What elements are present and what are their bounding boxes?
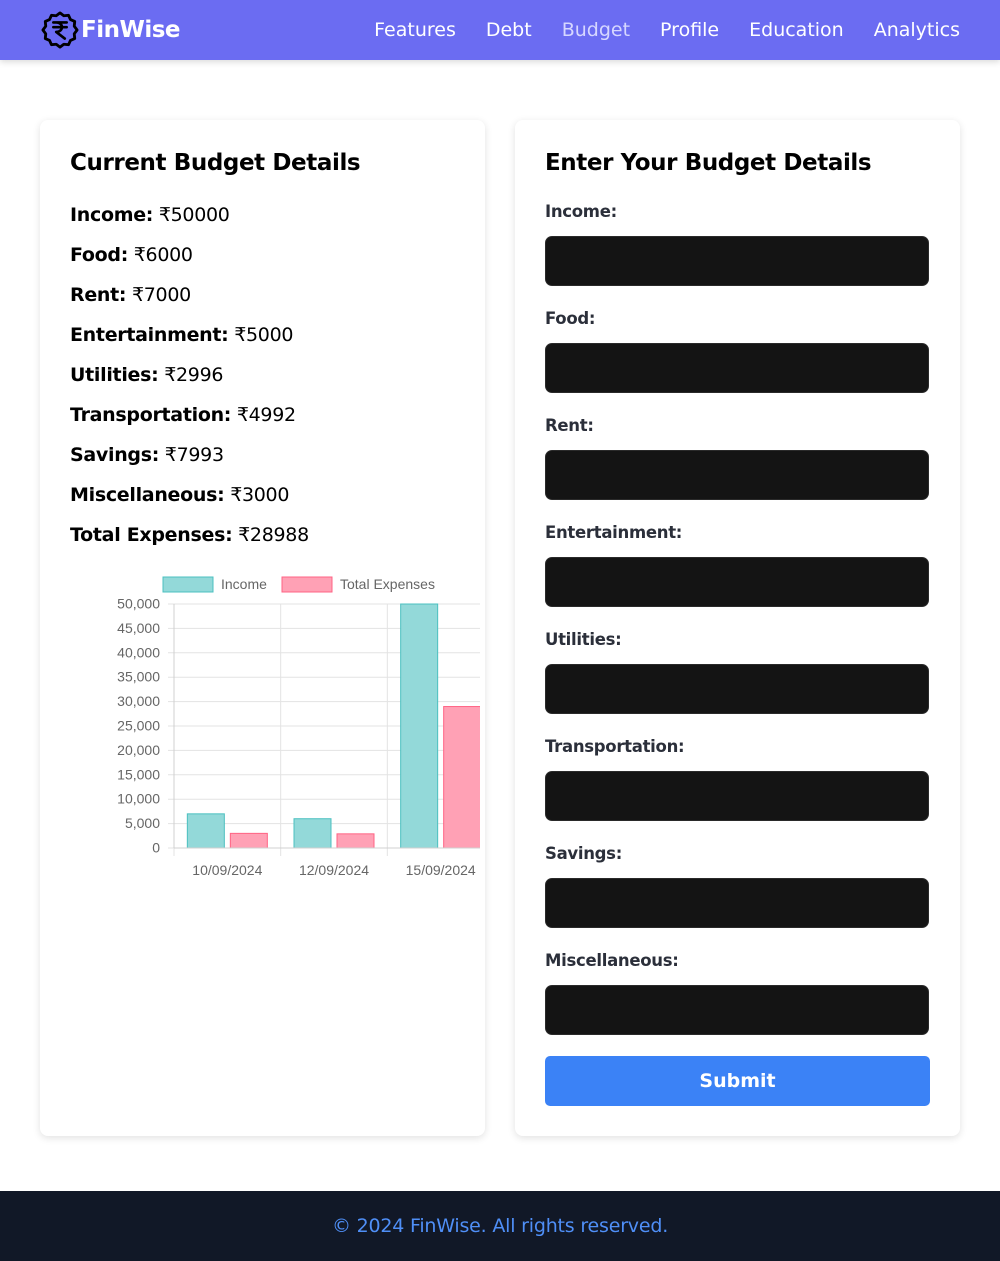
detail-value: ₹6000 <box>133 244 193 266</box>
field-miscellaneous: Miscellaneous: <box>545 951 930 1058</box>
transportation-input[interactable] <box>545 771 929 821</box>
detail-row-transportation: Transportation: ₹4992 <box>70 404 309 444</box>
detail-row-food: Food: ₹6000 <box>70 244 309 284</box>
detail-label: Entertainment: <box>70 324 229 346</box>
detail-value: ₹3000 <box>230 484 290 506</box>
field-savings: Savings: <box>545 844 930 951</box>
detail-row-savings: Savings: ₹7993 <box>70 444 309 484</box>
bar-income <box>400 603 439 849</box>
bar-income <box>293 818 332 849</box>
legend-label: Income <box>221 576 267 592</box>
x-tick-label: 10/09/2024 <box>192 862 262 878</box>
bar-total-expenses <box>229 832 268 849</box>
field-food: Food: <box>545 309 930 416</box>
budget-bar-chart: 0 5,000 10,000 15,000 20,000 25,000 30,000 35,0… <box>117 576 480 878</box>
y-tick-label: 15,000 <box>117 766 160 782</box>
detail-value: ₹28988 <box>238 524 309 546</box>
detail-row-miscellaneous: Miscellaneous: ₹3000 <box>70 484 309 524</box>
field-rent: Rent: <box>545 416 930 523</box>
field-label: Miscellaneous: <box>545 951 679 970</box>
nav-link-features[interactable]: Features <box>374 19 456 41</box>
field-transportation: Transportation: <box>545 737 930 844</box>
detail-label: Total Expenses: <box>70 524 233 546</box>
detail-label: Transportation: <box>70 404 232 426</box>
detail-row-utilities: Utilities: ₹2996 <box>70 364 309 404</box>
field-label: Rent: <box>545 416 594 435</box>
detail-label: Food: <box>70 244 129 266</box>
detail-row-entertainment: Entertainment: ₹5000 <box>70 324 309 364</box>
detail-row-income: Income: ₹50000 <box>70 204 309 244</box>
detail-value: ₹2996 <box>164 364 224 386</box>
submit-button[interactable]: Submit <box>545 1056 930 1106</box>
brand-name: FinWise <box>81 17 181 43</box>
nav-link-debt[interactable]: Debt <box>486 19 532 41</box>
y-tick-label: 35,000 <box>117 669 160 685</box>
y-tick-label: 10,000 <box>117 791 160 807</box>
budget-detail-list: Income: ₹50000 Food: ₹6000 Rent: ₹7000 E… <box>70 204 309 564</box>
entertainment-input[interactable] <box>545 557 929 607</box>
footer: © 2024 FinWise. All rights reserved. <box>0 1191 1000 1261</box>
y-tick-label: 40,000 <box>117 644 160 660</box>
y-tick-label: 30,000 <box>117 693 160 709</box>
detail-label: Miscellaneous: <box>70 484 225 506</box>
budget-form-card: Enter Your Budget Details Income: Food: … <box>515 120 960 1136</box>
detail-row-rent: Rent: ₹7000 <box>70 284 309 324</box>
y-tick-label: 20,000 <box>117 742 160 758</box>
detail-value: ₹7993 <box>164 444 224 466</box>
rent-input[interactable] <box>545 450 929 500</box>
field-entertainment: Entertainment: <box>545 523 930 630</box>
legend-swatch <box>162 576 214 593</box>
legend-swatch <box>281 576 333 593</box>
brand[interactable]: FinWise <box>41 11 181 49</box>
y-tick-label: 50,000 <box>117 596 160 612</box>
detail-label: Income: <box>70 204 154 226</box>
budget-form: Income: Food: Rent: Entertainment: Utili… <box>545 202 930 1058</box>
bar-total-expenses <box>336 833 375 849</box>
income-input[interactable] <box>545 236 929 286</box>
current-budget-card: Current Budget Details Income: ₹50000 Fo… <box>40 120 485 1136</box>
budget-form-title: Enter Your Budget Details <box>545 150 872 176</box>
nav-link-education[interactable]: Education <box>749 19 844 41</box>
field-label: Savings: <box>545 844 623 863</box>
field-label: Transportation: <box>545 737 685 756</box>
current-budget-title: Current Budget Details <box>70 150 361 176</box>
legend-label: Total Expenses <box>340 576 435 592</box>
miscellaneous-input[interactable] <box>545 985 929 1035</box>
nav-link-budget[interactable]: Budget <box>562 19 630 41</box>
bar-total-expenses <box>443 706 480 849</box>
nav-links: Features Debt Budget Profile Education A… <box>374 0 960 60</box>
y-tick-label: 45,000 <box>117 620 160 636</box>
detail-row-total-expenses: Total Expenses: ₹28988 <box>70 524 309 564</box>
field-label: Food: <box>545 309 596 328</box>
detail-value: ₹5000 <box>234 324 294 346</box>
detail-label: Savings: <box>70 444 160 466</box>
x-tick-label: 12/09/2024 <box>299 862 369 878</box>
detail-value: ₹7000 <box>131 284 191 306</box>
footer-copyright: © 2024 FinWise. All rights reserved. <box>331 1215 669 1237</box>
y-tick-label: 0 <box>152 840 160 856</box>
utilities-input[interactable] <box>545 664 929 714</box>
nav-link-profile[interactable]: Profile <box>660 19 719 41</box>
detail-value: ₹4992 <box>236 404 296 426</box>
savings-input[interactable] <box>545 878 929 928</box>
detail-value: ₹50000 <box>158 204 230 226</box>
x-tick-label: 15/09/2024 <box>406 862 476 878</box>
y-tick-label: 25,000 <box>117 718 160 734</box>
field-income: Income: <box>545 202 930 309</box>
bar-income <box>186 813 225 849</box>
nav-link-analytics[interactable]: Analytics <box>874 19 960 41</box>
field-label: Entertainment: <box>545 523 683 542</box>
detail-label: Rent: <box>70 284 127 306</box>
field-label: Income: <box>545 202 617 221</box>
navbar: FinWise Features Debt Budget Profile Edu… <box>0 0 1000 60</box>
y-tick-label: 5,000 <box>125 815 160 831</box>
rupee-coin-logo-icon <box>41 11 79 49</box>
food-input[interactable] <box>545 343 929 393</box>
detail-label: Utilities: <box>70 364 159 386</box>
field-utilities: Utilities: <box>545 630 930 737</box>
field-label: Utilities: <box>545 630 622 649</box>
